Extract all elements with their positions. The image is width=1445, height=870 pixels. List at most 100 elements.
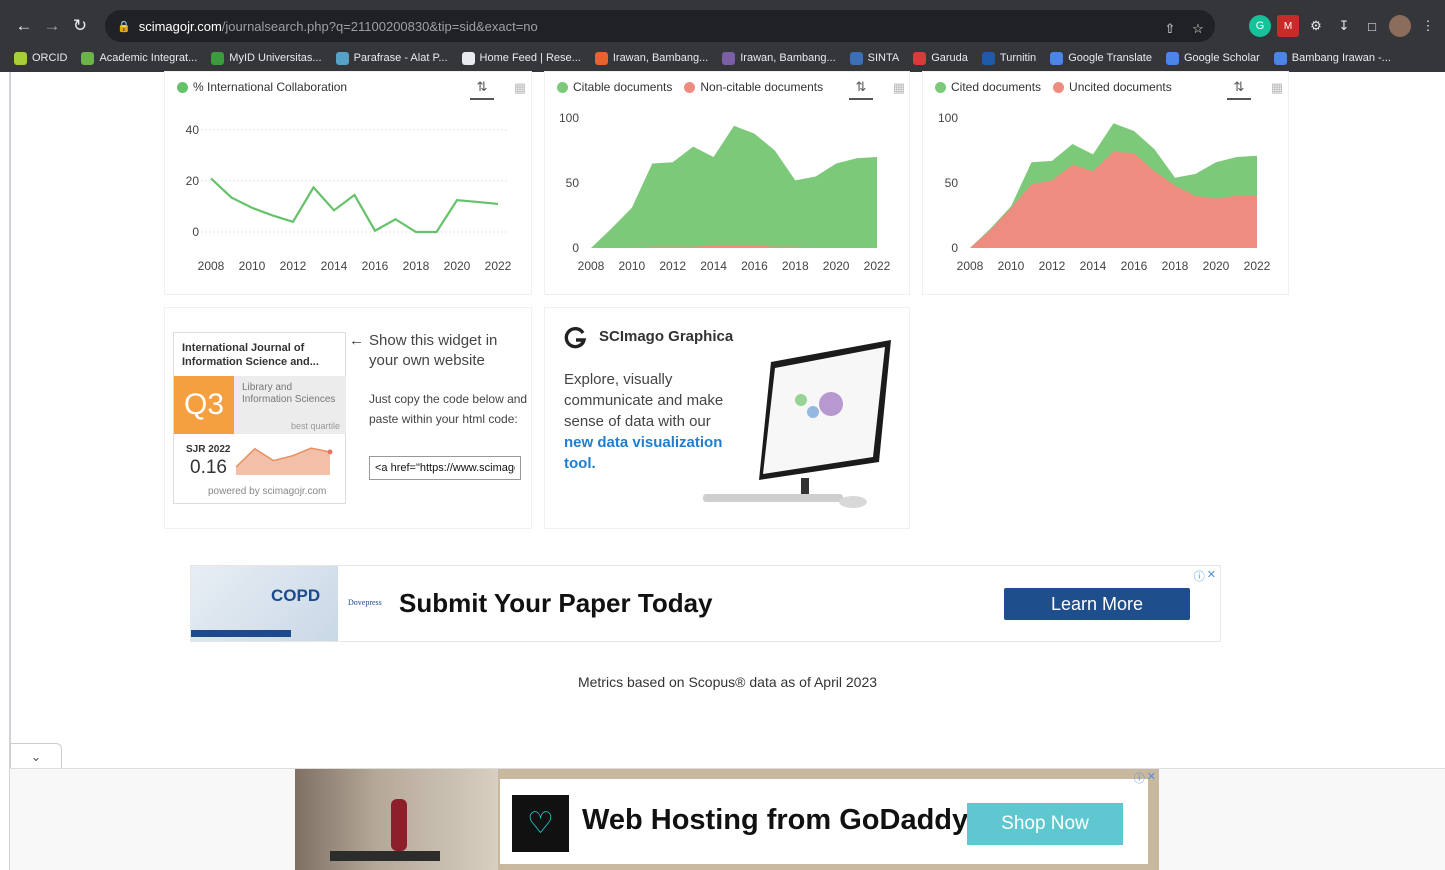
ad-headline: Web Hosting from GoDaddy	[582, 804, 969, 836]
series-area	[591, 125, 877, 248]
bookmark-favicon-icon	[335, 51, 349, 65]
x-tick-label: 2014	[700, 259, 727, 273]
x-tick-label: 2008	[578, 259, 605, 273]
forward-icon[interactable]: →	[38, 12, 66, 40]
back-icon[interactable]: ←	[10, 12, 38, 40]
ad-info-icon[interactable]: ⓘ	[1134, 770, 1145, 786]
x-tick-label: 2016	[362, 259, 389, 273]
download-icon[interactable]: ↧	[1333, 15, 1355, 37]
lock-icon: 🔒	[117, 20, 131, 33]
sidepanel-icon[interactable]: □	[1361, 15, 1383, 37]
bookmark-label: Turnitin	[999, 52, 1037, 64]
quartile-category-panel: Library and Information Sciences best qu…	[234, 376, 346, 434]
address-bar[interactable]: 🔒 scimagojr.com/journalsearch.php?q=2110…	[105, 10, 1215, 42]
learn-more-button[interactable]: Learn More	[1004, 588, 1190, 620]
collapse-ad-button[interactable]: ⌄	[10, 743, 62, 769]
bookmark-item[interactable]: SINTA	[849, 51, 900, 65]
bookmark-item[interactable]: MyID Universitas...	[211, 51, 322, 65]
avatar[interactable]	[1389, 15, 1411, 37]
scatter-cluster	[807, 406, 819, 418]
bookmark-favicon-icon	[722, 51, 736, 65]
bookmark-item[interactable]: Google Translate	[1050, 51, 1152, 65]
sparkline-endpoint	[327, 449, 333, 455]
x-tick-label: 2018	[782, 259, 809, 273]
copy-code-instructions: Just copy the code below and paste withi…	[369, 392, 528, 426]
reload-icon[interactable]: ↻	[66, 12, 94, 40]
show-widget-heading: ← Show this widget in your own website	[349, 331, 519, 371]
x-tick-label: 2012	[280, 259, 307, 273]
ad-close-icon[interactable]: ✕	[1147, 770, 1156, 786]
scatter-cluster	[795, 394, 807, 406]
scatter-cluster	[819, 392, 843, 416]
bookmark-star-icon[interactable]: ☆	[1187, 18, 1209, 40]
x-tick-label: 2022	[485, 259, 512, 273]
sjr-value: 0.16	[190, 457, 227, 478]
bookmark-item[interactable]: ORCID	[14, 51, 67, 65]
x-tick-label: 2010	[619, 259, 646, 273]
bookmark-item[interactable]: Home Feed | Rese...	[461, 51, 581, 65]
bookmark-item[interactable]: Google Scholar	[1165, 51, 1260, 65]
show-widget-text: Show this widget in your own website	[369, 332, 498, 369]
ad-close-icon[interactable]: ✕	[1207, 568, 1216, 584]
grammarly-icon[interactable]: G	[1249, 15, 1271, 37]
url-path: /journalsearch.php?q=21100200830&tip=sid…	[221, 18, 538, 34]
bookmark-item[interactable]: Garuda	[913, 51, 968, 65]
bookmark-label: Parafrase - Alat P...	[353, 52, 448, 64]
ad-controls: ⓘ ✕	[1194, 568, 1216, 584]
ad-panel: ♡ Web Hosting from GoDaddy Shop Now	[500, 779, 1148, 864]
graphica-logo-icon	[564, 326, 587, 349]
bookmark-item[interactable]: Irawan, Bambang...	[722, 51, 836, 65]
bookmark-item[interactable]: Irawan, Bambang...	[594, 51, 708, 65]
x-tick-label: 2022	[1244, 259, 1271, 273]
sjr-label: SJR 2022	[186, 444, 231, 455]
graphica-description: Explore, visually communicate and make s…	[564, 369, 744, 474]
menu-icon[interactable]: ⋮	[1417, 15, 1439, 37]
monitor-stand	[801, 478, 809, 496]
bookmark-item[interactable]: Turnitin	[981, 51, 1037, 65]
mendeley-icon[interactable]: M	[1277, 15, 1299, 37]
bookmark-item[interactable]: Parafrase - Alat P...	[335, 51, 448, 65]
bookmark-item[interactable]: Bambang Irawan -...	[1273, 51, 1391, 65]
y-tick-label: 100	[559, 111, 579, 125]
widget-code-input[interactable]	[369, 456, 521, 480]
journal-widget[interactable]: International Journal of Information Sci…	[173, 332, 346, 504]
x-tick-label: 2010	[998, 259, 1025, 273]
graphica-tool-link[interactable]: new data visualization tool	[564, 434, 722, 472]
x-tick-label: 2020	[1203, 259, 1230, 273]
bookmark-label: SINTA	[867, 52, 900, 64]
url-host: scimagojr.com	[138, 18, 222, 34]
x-tick-label: 2008	[957, 259, 984, 273]
x-tick-label: 2018	[403, 259, 430, 273]
share-icon[interactable]: ⇧	[1159, 18, 1181, 40]
metrics-note: Metrics based on Scopus® data as of Apri…	[577, 674, 878, 690]
bookmark-favicon-icon	[1050, 51, 1064, 65]
ad-info-icon[interactable]: ⓘ	[1194, 568, 1205, 584]
bookmark-item[interactable]: Academic Integrat...	[81, 51, 197, 65]
mouse	[839, 496, 867, 508]
ad-controls: ⓘ ✕	[1134, 770, 1156, 786]
shop-now-button[interactable]: Shop Now	[967, 803, 1123, 845]
bookmark-favicon-icon	[1273, 51, 1287, 65]
y-tick-label: 50	[566, 176, 580, 190]
bookmark-favicon-icon	[594, 51, 608, 65]
x-tick-label: 2020	[823, 259, 850, 273]
omnibox-actions: ⇧ ☆	[1159, 18, 1209, 40]
bookmark-label: Garuda	[931, 52, 968, 64]
browser-chrome: ← → ↻ 🔒 scimagojr.com/journalsearch.php?…	[0, 0, 1445, 72]
graphica-title: SCImago Graphica	[599, 328, 734, 345]
godaddy-logo-icon: ♡	[512, 795, 569, 852]
y-tick-label: 50	[945, 176, 959, 190]
x-tick-label: 2008	[198, 259, 225, 273]
bookmark-favicon-icon	[981, 51, 995, 65]
puzzle-icon[interactable]: ⚙	[1305, 15, 1327, 37]
bookmark-favicon-icon	[14, 51, 27, 65]
y-tick-label: 100	[938, 111, 958, 125]
godaddy-ad[interactable]: ♡ Web Hosting from GoDaddy Shop Now ⓘ ✕	[295, 769, 1159, 870]
x-tick-label: 2016	[1121, 259, 1148, 273]
x-tick-label: 2018	[1162, 259, 1189, 273]
bookmark-label: MyID Universitas...	[229, 52, 322, 64]
widget-journal-title: International Journal of Information Sci…	[182, 342, 319, 368]
dovepress-ad[interactable]: COPD Dovepress Submit Your Paper Today L…	[190, 565, 1221, 642]
bookmark-favicon-icon	[211, 51, 225, 65]
sparkline-area	[236, 448, 330, 475]
